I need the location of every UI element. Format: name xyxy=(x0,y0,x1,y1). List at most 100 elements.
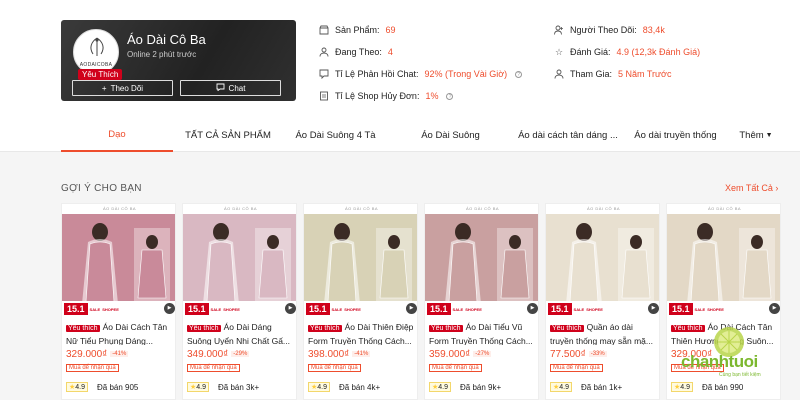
product-thumbnail[interactable]: ÁO DÀI CÔ BA 15.1 SALE SHOPEE ▶ xyxy=(546,204,659,317)
gift-deal-tag: Mua để nhận quà xyxy=(308,364,361,372)
product-price: 77.500₫ -33% xyxy=(550,349,607,360)
peacock-logo-icon xyxy=(90,37,104,56)
rating-box: ★4.9 xyxy=(308,382,331,392)
discount-badge: -41% xyxy=(110,351,129,358)
thumb-header: ÁO DÀI CÔ BA xyxy=(546,204,659,214)
product-price: 359.000₫ -27% xyxy=(429,349,492,360)
stat-rating: ☆ Đánh Giá: 4.9 (12,3k Đánh Giá) xyxy=(554,47,701,57)
discount-badge: -29% xyxy=(231,351,250,358)
product-card[interactable]: ÁO DÀI CÔ BA 15.1 SALE SHOPEE ▶ Yêu thíc… xyxy=(424,203,539,400)
star-outline-icon: ☆ xyxy=(554,47,564,57)
play-video-icon[interactable]: ▶ xyxy=(769,303,780,314)
tab-more[interactable]: Thêm ▼ xyxy=(732,118,780,152)
promo-sale-badge: SALE xyxy=(210,306,222,312)
play-video-icon[interactable]: ▶ xyxy=(527,303,538,314)
rating-box: ★4.9 xyxy=(429,382,452,392)
thumb-header: ÁO DÀI CÔ BA xyxy=(304,204,417,214)
promo-shopee-badge: SHOPEE xyxy=(465,306,482,312)
store-icon xyxy=(319,25,329,35)
help-icon[interactable]: ? xyxy=(515,70,523,78)
tab-ao-dai-suong[interactable]: Áo Dài Suông xyxy=(388,118,513,152)
play-video-icon[interactable]: ▶ xyxy=(648,303,659,314)
product-rating: ★4.9 Đã bán 9k+ xyxy=(429,382,501,392)
product-card[interactable]: ÁO DÀI CÔ BA 15.1 SALE SHOPEE ▶ Yêu thíc… xyxy=(303,203,418,400)
stat-products: Sản Phẩm: 69 xyxy=(319,25,396,35)
product-title[interactable]: Yêu thích Áo Dài Dáng Suông Uyển Nhi Chất… xyxy=(187,321,294,345)
product-rating: ★4.9 Đã bán 3k+ xyxy=(187,382,259,392)
product-title[interactable]: Yêu thích Quần áo dài truyền thống may sẵ… xyxy=(550,321,657,345)
promo-sale-badge: SALE xyxy=(331,306,343,312)
product-thumbnail[interactable]: ÁO DÀI CÔ BA 15.1 SALE SHOPEE ▶ xyxy=(667,204,780,317)
stat-joined: Tham Gia: 5 Năm Trước xyxy=(554,69,671,79)
promo-bar: 15.1 SALE SHOPEE ▶ xyxy=(425,301,538,317)
thumb-header: ÁO DÀI CÔ BA xyxy=(62,204,175,214)
tab-ao-dai-truyen-thong[interactable]: Áo dài truyền thống xyxy=(623,118,728,152)
promo-shopee-badge: SHOPEE xyxy=(344,306,361,312)
gift-deal-tag: Mua để nhận quà xyxy=(429,364,482,372)
promo-bar: 15.1 SALE SHOPEE ▶ xyxy=(183,301,296,317)
thumb-header: ÁO DÀI CÔ BA xyxy=(183,204,296,214)
product-thumbnail[interactable]: ÁO DÀI CÔ BA 15.1 SALE SHOPEE ▶ xyxy=(183,204,296,317)
product-title[interactable]: Yêu thích Áo Dài Thiên Điệp Form Truyền T… xyxy=(308,321,415,345)
chat-button[interactable]: Chat xyxy=(180,80,281,96)
stat-cancel-rate: Tỉ Lệ Shop Hủy Đơn: 1% ? xyxy=(319,91,454,101)
product-title[interactable]: Yêu thích Áo Dài Tiểu Vũ Form Truyền Thốn… xyxy=(429,321,536,345)
shop-logo-text: AODAICOBA xyxy=(79,62,113,68)
tab-ao-dai-suong-4-ta[interactable]: Áo Dài Suông 4 Tà xyxy=(283,118,388,152)
chat-rate-icon xyxy=(319,69,329,80)
recommendations-section: GỢI Ý CHO BẠN Xem Tất Cả › ÁO DÀI CÔ BA … xyxy=(0,152,800,400)
promo-sale-badge: SALE xyxy=(452,306,464,312)
product-price: 349.000₫ -29% xyxy=(187,349,250,360)
plus-icon: + xyxy=(101,83,107,93)
promo-151-badge: 15.1 xyxy=(669,303,693,315)
promo-bar: 15.1 SALE SHOPEE ▶ xyxy=(546,301,659,317)
shop-card: AODAICOBA Yêu Thích Áo Dài Cô Ba Online … xyxy=(61,20,296,101)
sold-count: Đã bán 9k+ xyxy=(460,382,502,392)
follow-button[interactable]: + Theo Dõi xyxy=(72,80,173,96)
tab-all-products[interactable]: TẤT CẢ SẢN PHẨM xyxy=(173,118,283,152)
promo-151-badge: 15.1 xyxy=(548,303,572,315)
gift-deal-tag: Mua để nhận quà xyxy=(187,364,240,372)
discount-badge: -27% xyxy=(473,351,492,358)
favorite-shop-badge: Yêu Thích xyxy=(78,69,123,80)
promo-bar: 15.1 SALE SHOPEE ▶ xyxy=(667,301,780,317)
promo-shopee-badge: SHOPEE xyxy=(586,306,603,312)
shop-header: AODAICOBA Yêu Thích Áo Dài Cô Ba Online … xyxy=(0,0,800,118)
play-video-icon[interactable]: ▶ xyxy=(164,303,175,314)
tab-dao[interactable]: Dạo xyxy=(61,118,173,152)
promo-shopee-badge: SHOPEE xyxy=(707,306,724,312)
promo-sale-badge: SALE xyxy=(89,306,101,312)
product-card[interactable]: ÁO DÀI CÔ BA 15.1 SALE SHOPEE ▶ Yêu thíc… xyxy=(545,203,660,400)
product-rating: ★4.9 Đã bán 905 xyxy=(66,382,138,392)
product-thumbnail[interactable]: ÁO DÀI CÔ BA 15.1 SALE SHOPEE ▶ xyxy=(62,204,175,317)
sold-count: Đã bán 990 xyxy=(702,382,744,392)
product-card[interactable]: ÁO DÀI CÔ BA 15.1 SALE SHOPEE ▶ Yêu thíc… xyxy=(61,203,176,400)
watermark: chanhtuoi Cùng bạn tiết kiệm xyxy=(681,327,791,378)
promo-bar: 15.1 SALE SHOPEE ▶ xyxy=(304,301,417,317)
chat-button-label: Chat xyxy=(228,83,246,93)
play-video-icon[interactable]: ▶ xyxy=(406,303,417,314)
see-all-link[interactable]: Xem Tất Cả › xyxy=(725,183,778,193)
product-thumbnail[interactable]: ÁO DÀI CÔ BA 15.1 SALE SHOPEE ▶ xyxy=(425,204,538,317)
product-thumbnail[interactable]: ÁO DÀI CÔ BA 15.1 SALE SHOPEE ▶ xyxy=(304,204,417,317)
rating-box: ★4.9 xyxy=(550,382,573,392)
promo-151-badge: 15.1 xyxy=(306,303,330,315)
product-title[interactable]: Yêu thích Áo Dài Cách Tân Nữ Tiểu Phụng D… xyxy=(66,321,173,345)
promo-shopee-badge: SHOPEE xyxy=(102,306,119,312)
sold-count: Đã bán 1k+ xyxy=(581,382,623,392)
tab-ao-dai-cach-tan[interactable]: Áo dài cách tân dáng ... xyxy=(513,118,623,152)
product-price: 329.000₫ -41% xyxy=(66,349,129,360)
product-card[interactable]: ÁO DÀI CÔ BA 15.1 SALE SHOPEE ▶ Yêu thíc… xyxy=(182,203,297,400)
sold-count: Đã bán 3k+ xyxy=(218,382,260,392)
play-video-icon[interactable]: ▶ xyxy=(285,303,296,314)
chevron-right-icon: › xyxy=(775,183,779,193)
favorite-tag: Yêu thích xyxy=(671,325,705,332)
user-icon xyxy=(554,69,564,79)
caret-down-icon: ▼ xyxy=(765,131,773,139)
favorite-tag: Yêu thích xyxy=(550,325,584,332)
promo-151-badge: 15.1 xyxy=(64,303,88,315)
shop-nav-tabs: Dạo TẤT CẢ SẢN PHẨM Áo Dài Suông 4 Tà Áo… xyxy=(0,118,800,152)
help-icon[interactable]: ? xyxy=(446,92,454,100)
promo-shopee-badge: SHOPEE xyxy=(223,306,240,312)
section-title: GỢI Ý CHO BẠN xyxy=(61,183,142,194)
